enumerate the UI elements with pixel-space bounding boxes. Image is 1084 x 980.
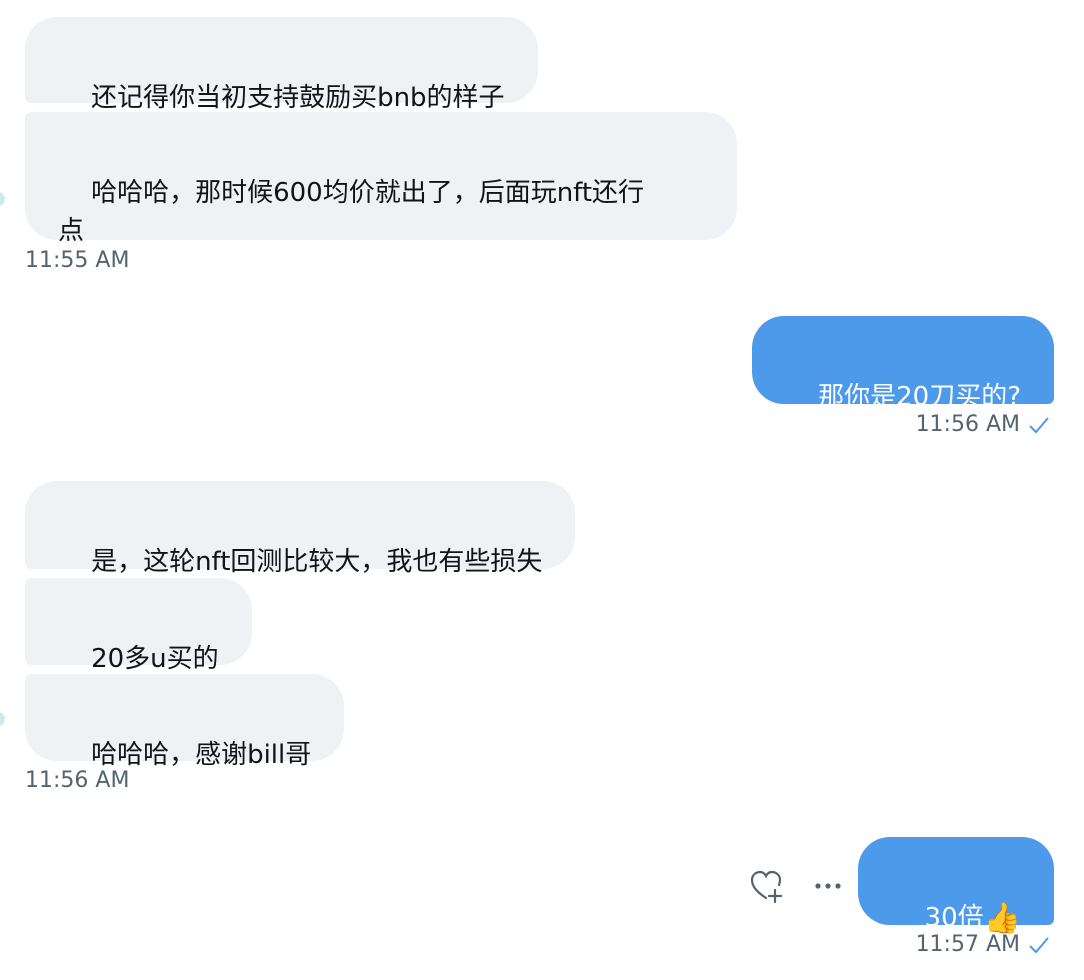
message-text: 20多u买的 (91, 644, 219, 674)
message-meta: 11:57 AM (916, 932, 1050, 958)
outgoing-message-bubble[interactable]: 那你是20刀买的? (752, 316, 1054, 412)
more-button[interactable] (808, 868, 848, 908)
heart-plus-icon (748, 868, 784, 908)
message-text: 30倍 (924, 903, 984, 933)
avatar-edge-indicator (0, 192, 5, 206)
message-timestamp: 11:56 AM (25, 768, 130, 793)
message-timestamp: 11:55 AM (25, 248, 130, 273)
incoming-message-bubble[interactable]: 是，这轮nft回测比较大，我也有些损失 (25, 481, 576, 577)
thumbs-up-emoji: 👍 (983, 901, 1021, 936)
message-actions (746, 868, 848, 908)
conversation-thread: 还记得你当初支持鼓励买bnb的样子 哈哈哈，那时候600均价就出了，后面玩nft… (0, 0, 1084, 980)
checkmark-icon (1028, 934, 1050, 956)
message-text: 那你是20刀买的? (818, 382, 1021, 412)
message-text: 是，这轮nft回测比较大，我也有些损失 (91, 547, 543, 577)
message-text: 哈哈哈，那时候600均价就出了，后面玩nft还行 点 (58, 178, 645, 246)
checkmark-icon (1028, 414, 1050, 436)
incoming-message-bubble[interactable]: 20多u买的 (25, 578, 252, 674)
more-horizontal-icon (810, 868, 846, 908)
message-text: 哈哈哈，感谢bill哥 (91, 740, 312, 770)
incoming-message-bubble[interactable]: 哈哈哈，感谢bill哥 (25, 674, 345, 770)
message-text: 还记得你当初支持鼓励买bnb的样子 (91, 83, 505, 113)
message-timestamp: 11:57 AM (915, 932, 1020, 957)
incoming-message-bubble[interactable]: 哈哈哈，那时候600均价就出了，后面玩nft还行 点 (25, 112, 737, 246)
outgoing-message-bubble[interactable]: 30倍👍 (858, 837, 1054, 934)
incoming-message-bubble[interactable]: 还记得你当初支持鼓励买bnb的样子 (25, 17, 538, 113)
message-timestamp: 11:56 AM (915, 412, 1020, 437)
react-button[interactable] (746, 868, 786, 908)
avatar-edge-indicator (0, 712, 5, 726)
message-meta: 11:56 AM (916, 412, 1050, 438)
